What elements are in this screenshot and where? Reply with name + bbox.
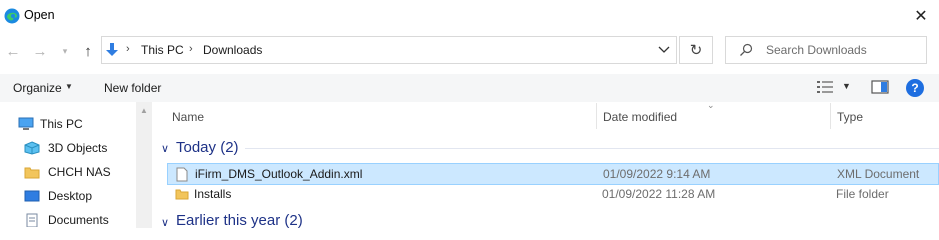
desktop-icon <box>24 190 40 202</box>
arrow-right-icon: → <box>32 42 48 60</box>
documents-icon <box>26 213 38 227</box>
address-bar[interactable] <box>101 36 677 64</box>
group-divider <box>245 148 939 149</box>
search-icon <box>740 43 753 56</box>
column-header-type[interactable]: Type <box>837 110 863 124</box>
new-folder-button[interactable]: New folder <box>104 81 161 95</box>
file-icon <box>176 167 188 182</box>
file-name: iFirm_DMS_Outlook_Addin.xml <box>195 167 363 181</box>
file-row[interactable]: Installs 01/09/2022 11:28 AM File folder <box>167 184 939 206</box>
file-date: 01/09/2022 9:14 AM <box>603 167 711 181</box>
file-type: File folder <box>836 187 889 201</box>
folder-icon <box>24 167 40 179</box>
3d-objects-icon <box>24 141 40 155</box>
title-bar <box>0 0 939 32</box>
file-type: XML Document <box>837 167 920 181</box>
edge-browser-icon <box>4 8 20 24</box>
nav-label: Documents <box>48 213 109 227</box>
file-name: Installs <box>194 187 232 201</box>
help-icon[interactable]: ? <box>906 79 924 97</box>
nav-item-desktop[interactable]: Desktop <box>0 185 136 207</box>
collapse-chevron-icon[interactable]: ∨ <box>161 142 169 155</box>
column-header-row <box>152 102 939 130</box>
nav-scrollbar[interactable] <box>136 102 152 228</box>
column-divider[interactable] <box>596 103 597 129</box>
nav-item-documents[interactable]: Documents <box>0 209 136 231</box>
nav-item-3d-objects[interactable]: 3D Objects <box>0 137 136 159</box>
forward-button[interactable]: → <box>30 40 50 62</box>
up-button[interactable]: ↑ <box>78 40 98 62</box>
nav-label: CHCH NAS <box>48 165 111 179</box>
scroll-up-icon[interactable]: ▲ <box>140 106 148 115</box>
breadcrumb-downloads[interactable]: Downloads <box>203 43 262 57</box>
breadcrumb-this-pc[interactable]: This PC <box>141 43 184 57</box>
nav-item-chch-nas[interactable]: CHCH NAS <box>0 161 136 183</box>
arrow-left-icon: ← <box>5 42 21 60</box>
column-header-name[interactable]: Name <box>172 110 204 124</box>
address-dropdown-button[interactable] <box>652 37 676 63</box>
window-title: Open <box>24 8 55 22</box>
refresh-icon: ↻ <box>689 42 703 59</box>
close-button[interactable]: ✕ <box>907 4 935 28</box>
preview-pane-icon[interactable] <box>871 80 889 94</box>
breadcrumb-separator-icon[interactable]: › <box>126 43 130 55</box>
file-date: 01/09/2022 11:28 AM <box>602 187 716 201</box>
collapse-chevron-icon[interactable]: ∨ <box>161 216 169 229</box>
file-row[interactable]: iFirm_DMS_Outlook_Addin.xml 01/09/2022 9… <box>167 163 939 185</box>
refresh-button[interactable]: ↻ <box>679 36 713 64</box>
downloads-arrow-icon <box>106 43 118 56</box>
group-header-today[interactable]: Today (2) <box>176 139 239 156</box>
recent-locations-button[interactable]: ▾ <box>58 40 72 62</box>
organize-button[interactable]: Organize <box>13 81 62 95</box>
breadcrumb-separator-icon[interactable]: › <box>189 43 193 55</box>
sort-chevron-icon: ⌄ <box>707 100 715 110</box>
close-icon: ✕ <box>914 8 928 25</box>
column-divider[interactable] <box>830 103 831 129</box>
caret-down-icon[interactable]: ▼ <box>65 82 73 91</box>
chevron-down-icon: ▾ <box>62 45 68 56</box>
this-pc-icon <box>18 117 34 130</box>
back-button[interactable]: ← <box>3 40 23 62</box>
nav-label: 3D Objects <box>48 141 108 155</box>
column-header-date-modified[interactable]: Date modified <box>603 110 677 124</box>
nav-label: Desktop <box>48 189 93 203</box>
caret-down-icon[interactable]: ▼ <box>842 81 851 91</box>
details-view-icon[interactable] <box>816 80 834 94</box>
search-placeholder[interactable]: Search Downloads <box>766 43 867 57</box>
folder-icon <box>175 189 189 200</box>
chevron-down-icon <box>658 46 670 53</box>
nav-item-this-pc[interactable]: This PC <box>0 113 136 135</box>
group-header-earlier-this-year[interactable]: Earlier this year (2) <box>176 212 303 229</box>
nav-label: This PC <box>40 117 83 131</box>
arrow-up-icon: ↑ <box>84 42 92 60</box>
